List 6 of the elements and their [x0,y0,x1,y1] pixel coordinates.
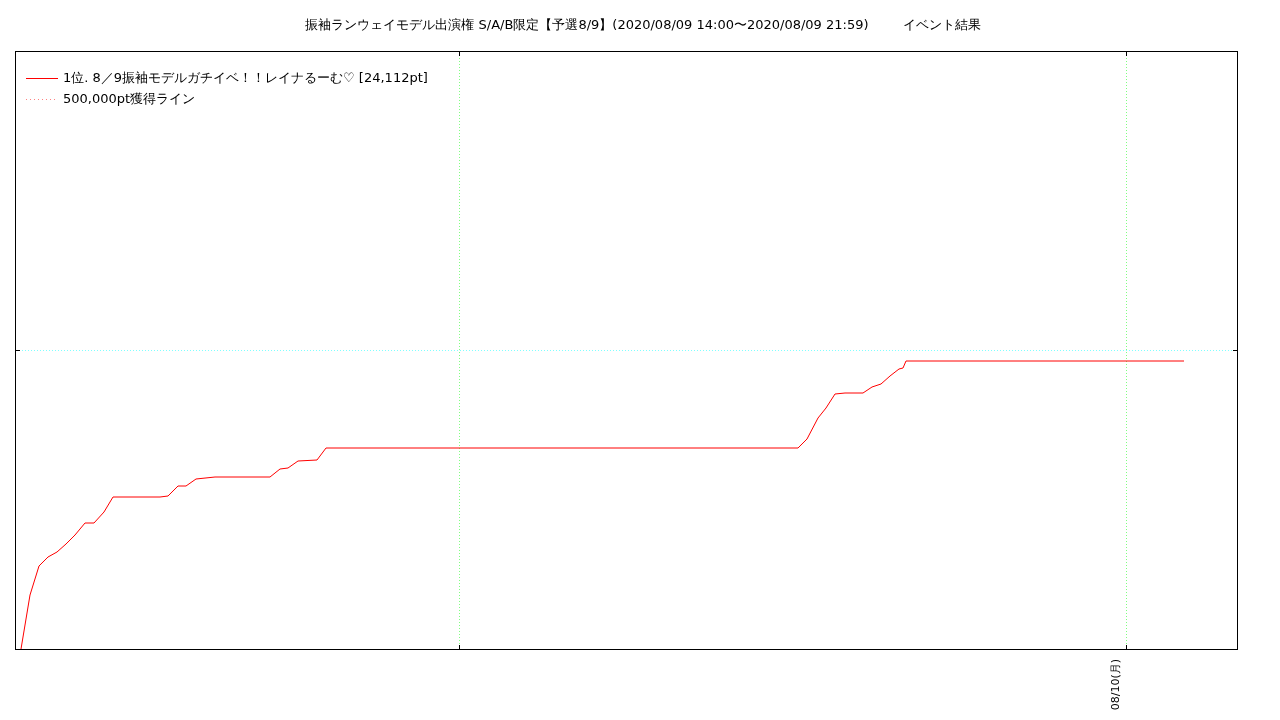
legend-label: 1位. 8／9振袖モデルガチイベ！！レイナるーむ♡ [24,112pt] [63,69,428,87]
chart-title: 振袖ランウェイモデル出演権 S/A/B限定【予選8/9】(2020/08/09 14:00〜2020/08/09 21:59) [305,15,869,34]
legend-line [26,76,58,80]
legend-label: 500,000pt獲得ライン [63,90,196,108]
chart-subtitle: イベント結果 [902,15,981,34]
x-tick-label: 08/10(月) [1108,658,1124,710]
